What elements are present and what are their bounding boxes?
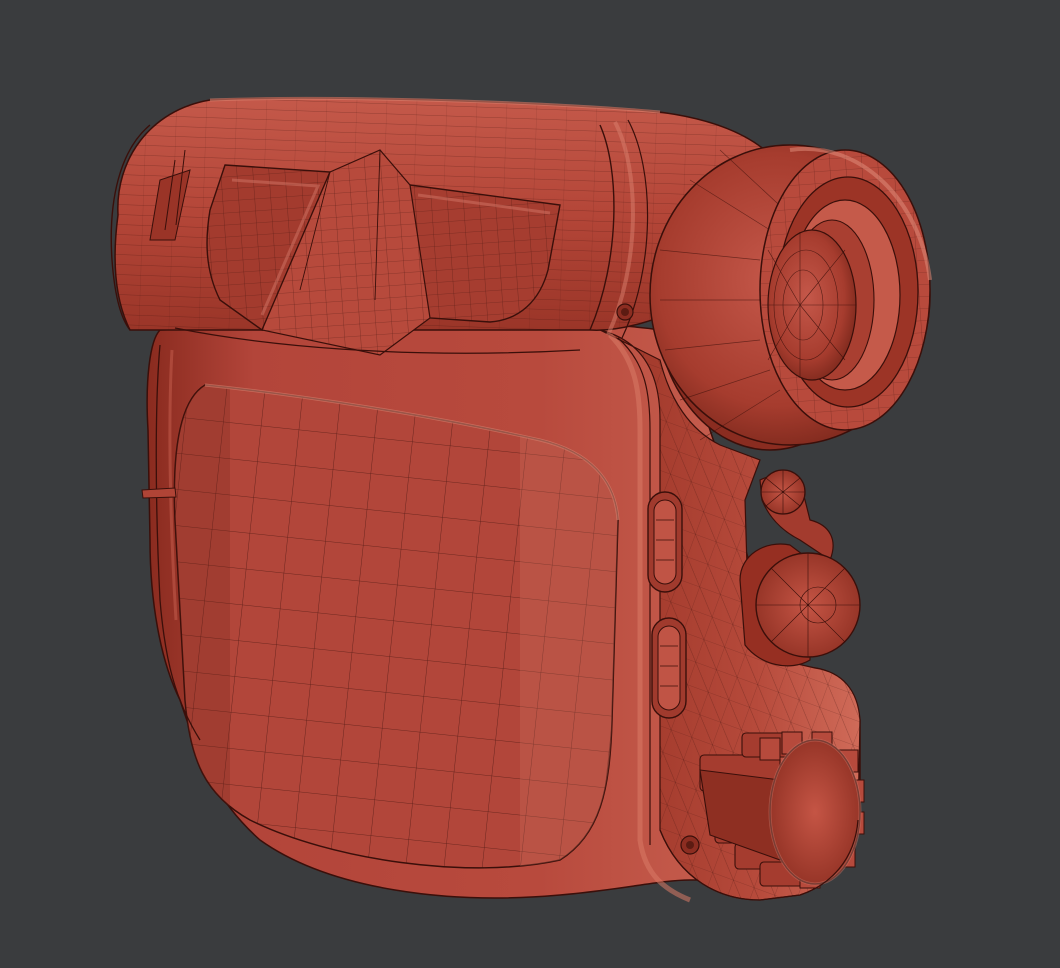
medium-dial	[739, 543, 861, 667]
eyepiece	[649, 144, 932, 451]
rangefinder-model	[110, 97, 932, 903]
3d-viewport[interactable]	[0, 0, 1060, 968]
